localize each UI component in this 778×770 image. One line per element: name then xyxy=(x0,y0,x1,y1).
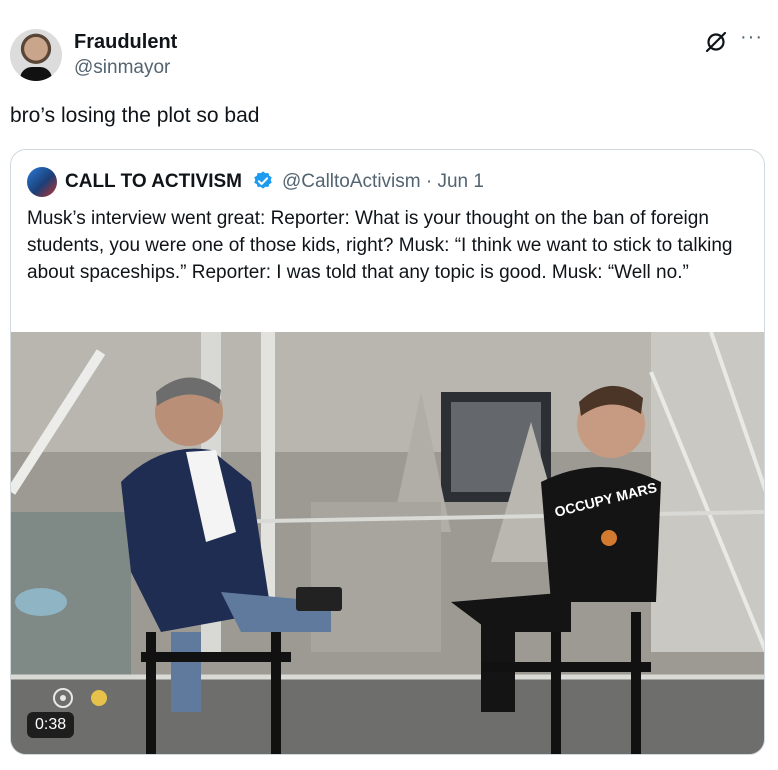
verified-badge-icon xyxy=(254,171,272,189)
author-name[interactable]: Fraudulent xyxy=(74,31,177,54)
quoted-author-avatar xyxy=(27,167,57,197)
quoted-author-handle-date: @CalltoActivism · Jun 1 xyxy=(282,171,484,192)
author-avatar[interactable] xyxy=(10,29,62,81)
quoted-tweet[interactable]: CALL TO ACTIVISM @CalltoActivism · Jun 1… xyxy=(10,149,765,755)
video-player[interactable]: OCCUPY MARS 0:38 xyxy=(11,332,764,754)
grok-icon[interactable] xyxy=(704,30,728,54)
video-duration: 0:38 xyxy=(27,712,75,738)
more-options-icon[interactable]: ··· xyxy=(740,26,763,49)
quoted-tweet-text: Musk’s interview went great: Reporter: W… xyxy=(27,208,733,283)
author-handle[interactable]: @sinmayor xyxy=(74,57,170,79)
quoted-author-name: CALL TO ACTIVISM xyxy=(65,171,242,192)
post-text: bro’s losing the plot so bad xyxy=(10,104,260,127)
video-thumbnail: OCCUPY MARS xyxy=(11,332,764,754)
